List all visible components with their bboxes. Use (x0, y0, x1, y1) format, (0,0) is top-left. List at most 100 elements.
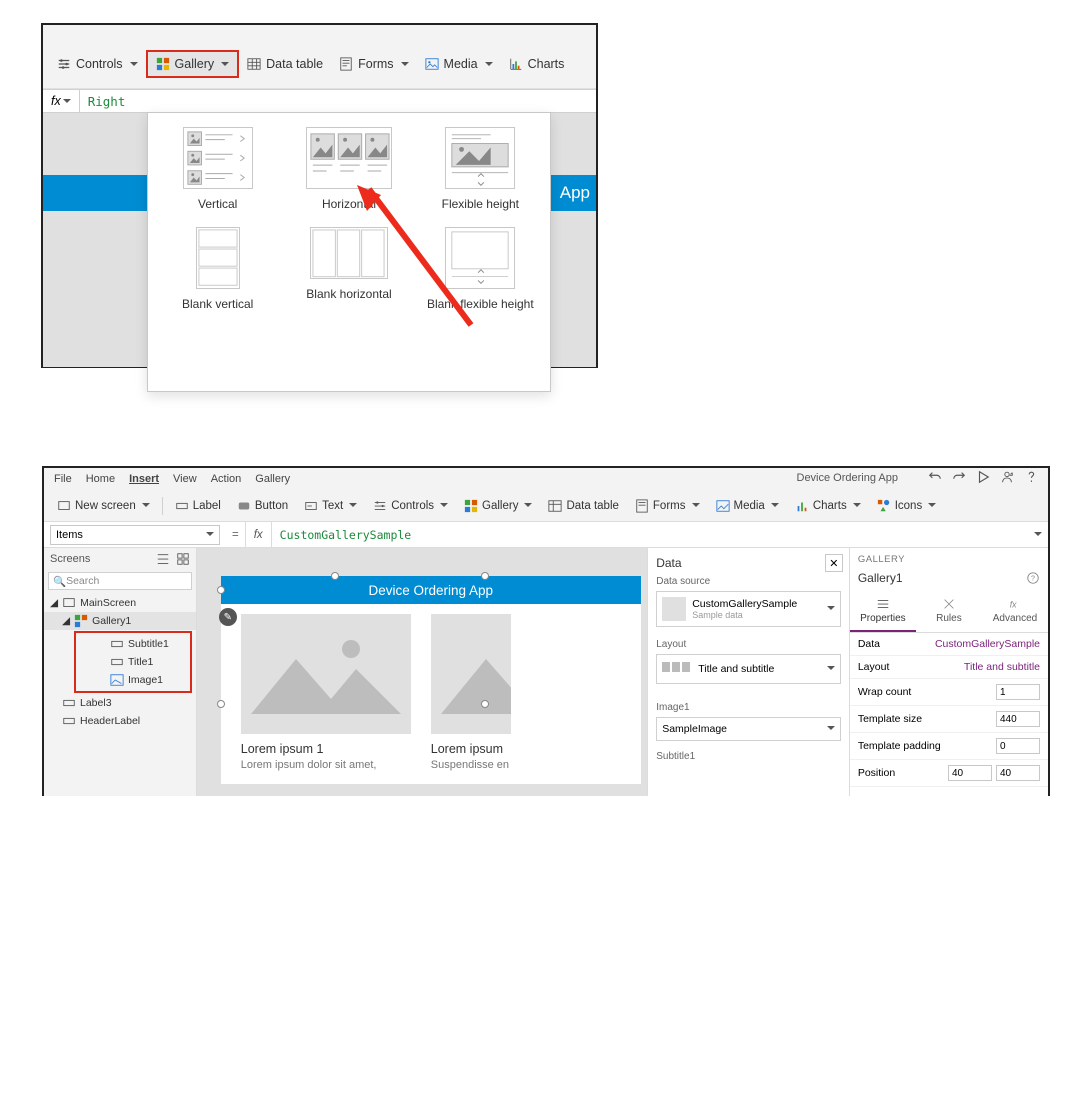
fx-expand[interactable] (1026, 529, 1048, 541)
subtitle1-label: Subtitle1 (656, 751, 841, 762)
menu-action[interactable]: Action (211, 473, 242, 485)
chart-icon (795, 499, 809, 513)
property-selector[interactable]: Items (50, 525, 220, 545)
image-icon (425, 57, 439, 71)
rules-icon (942, 597, 956, 611)
tree-gallery1[interactable]: ◢Gallery1 (44, 612, 196, 630)
controls-button[interactable]: Controls (49, 52, 146, 76)
data-pane: ✕ Data Data source CustomGallerySample S… (647, 548, 849, 796)
gallery-option-blank-horizontal[interactable]: Blank horizontal (285, 221, 412, 317)
redo-icon[interactable] (952, 470, 966, 484)
media-button[interactable]: Media (709, 495, 786, 517)
tab-properties[interactable]: Properties (850, 591, 916, 632)
chevron-down-icon (61, 94, 71, 108)
charts-button[interactable]: Charts (501, 52, 573, 76)
tree-title1[interactable]: Title1 (76, 653, 190, 671)
forms-button[interactable]: Forms (628, 495, 707, 517)
datatable-button[interactable]: Data table (239, 52, 331, 76)
menu-gallery[interactable]: Gallery (255, 473, 290, 485)
gallery-card[interactable]: Lorem ipsum Suspendisse en (431, 614, 511, 771)
gallery-card[interactable]: Lorem ipsum 1 Lorem ipsum dolor sit amet… (241, 614, 411, 771)
tree-subtitle1[interactable]: Subtitle1 (76, 635, 190, 653)
chevron-down-icon (825, 663, 835, 675)
shapes-icon (877, 499, 891, 513)
list-view-icon[interactable] (156, 552, 170, 566)
prop-template-padding: Template padding (850, 733, 1048, 760)
chevron-down-icon (219, 57, 229, 71)
menu-home[interactable]: Home (86, 473, 115, 485)
screenshot-1-frame: Controls Gallery Data table Forms Media … (41, 23, 598, 368)
play-icon[interactable] (976, 470, 990, 484)
gallery-thumb-horizontal (306, 127, 392, 189)
help-icon[interactable]: ? (1026, 571, 1040, 585)
position-y-input[interactable] (996, 765, 1040, 781)
wrap-count-input[interactable] (996, 684, 1040, 700)
card-subtitle: Suspendisse en (431, 759, 511, 771)
ribbon: New screen Label Button Text Controls Ga… (44, 490, 1048, 522)
thumb-view-icon[interactable] (176, 552, 190, 566)
template-size-input[interactable] (996, 711, 1040, 727)
search-input[interactable]: 🔍 Search (48, 572, 192, 590)
chevron-down-icon (128, 57, 138, 71)
image1-selector[interactable]: SampleImage (656, 717, 841, 741)
menu-file[interactable]: File (54, 473, 72, 485)
charts-button[interactable]: Charts (788, 495, 868, 517)
layout-selector[interactable]: Title and subtitle (656, 654, 841, 684)
data-source-selector[interactable]: CustomGallerySample Sample data (656, 591, 841, 627)
formula-bar: Items = fx CustomGallerySample (44, 522, 1048, 548)
fx-label[interactable]: fx (43, 90, 80, 112)
option-label: Blank horizontal (306, 287, 391, 301)
gallery-option-blank-vertical[interactable]: Blank vertical (154, 221, 281, 317)
edit-pencil-icon[interactable]: ✎ (219, 608, 237, 626)
fx-value[interactable]: CustomGallerySample (272, 528, 1026, 542)
button-button[interactable]: Button (230, 495, 295, 517)
forms-button[interactable]: Forms (331, 52, 416, 76)
tree-view: ◢MainScreen ◢Gallery1 Subtitle1 Title1 I… (44, 592, 196, 732)
gallery-button[interactable]: Gallery (457, 495, 539, 517)
label-button[interactable]: Label (168, 495, 228, 517)
newscreen-button[interactable]: New screen (50, 495, 157, 517)
sliders-icon (876, 597, 890, 611)
gallery-option-blank-flexible[interactable]: Blank flexible height (417, 221, 544, 317)
gallery-button[interactable]: Gallery (146, 50, 240, 78)
formula-bar: fx Right (43, 89, 596, 113)
panel-control-name: Gallery1 ? (850, 571, 1048, 591)
datatable-button[interactable]: Data table (541, 495, 625, 517)
help-icon[interactable] (1024, 470, 1038, 484)
layout-label: Layout (656, 639, 841, 650)
tab-rules[interactable]: Rules (916, 591, 982, 632)
chevron-down-icon (825, 603, 835, 615)
tab-advanced[interactable]: fx Advanced (982, 591, 1048, 632)
card-subtitle: Lorem ipsum dolor sit amet, (241, 759, 411, 771)
tree-image1[interactable]: Image1 (76, 671, 190, 689)
menu-view[interactable]: View (173, 473, 197, 485)
tree-label3[interactable]: Label3 (44, 694, 196, 712)
media-button[interactable]: Media (417, 52, 501, 76)
tree-headerlabel[interactable]: HeaderLabel (44, 712, 196, 730)
undo-icon[interactable] (928, 470, 942, 484)
share-icon[interactable] (1000, 470, 1014, 484)
close-button[interactable]: ✕ (825, 554, 843, 572)
position-x-input[interactable] (948, 765, 992, 781)
controls-button[interactable]: Controls (366, 495, 455, 517)
text-button[interactable]: Text (297, 495, 364, 517)
menu-insert[interactable]: Insert (129, 473, 159, 485)
gallery-option-flexible[interactable]: Flexible height (417, 121, 544, 217)
label-icon (62, 696, 76, 710)
tree-mainscreen[interactable]: ◢MainScreen (44, 594, 196, 612)
gallery-label: Gallery (175, 57, 215, 71)
prop-data[interactable]: DataCustomGallerySample (850, 633, 1048, 656)
option-label: Vertical (198, 197, 237, 211)
gallery-option-horizontal[interactable]: Horizontal (285, 121, 412, 217)
fx-label[interactable]: fx (245, 522, 272, 547)
gallery-cards: Lorem ipsum 1 Lorem ipsum dolor sit amet… (221, 604, 641, 781)
canvas[interactable]: Device Ordering App ✎ L (197, 548, 647, 796)
icons-button[interactable]: Icons (870, 495, 944, 517)
gallery-dropdown: Vertical Horizontal Flexible height (147, 112, 551, 392)
prop-layout[interactable]: LayoutTitle and subtitle (850, 656, 1048, 679)
gallery-option-vertical[interactable]: Vertical (154, 121, 281, 217)
template-padding-input[interactable] (996, 738, 1040, 754)
fx-value[interactable]: Right (80, 94, 134, 109)
equals-sign: = (226, 529, 245, 541)
image1-label: Image1 (656, 702, 841, 713)
